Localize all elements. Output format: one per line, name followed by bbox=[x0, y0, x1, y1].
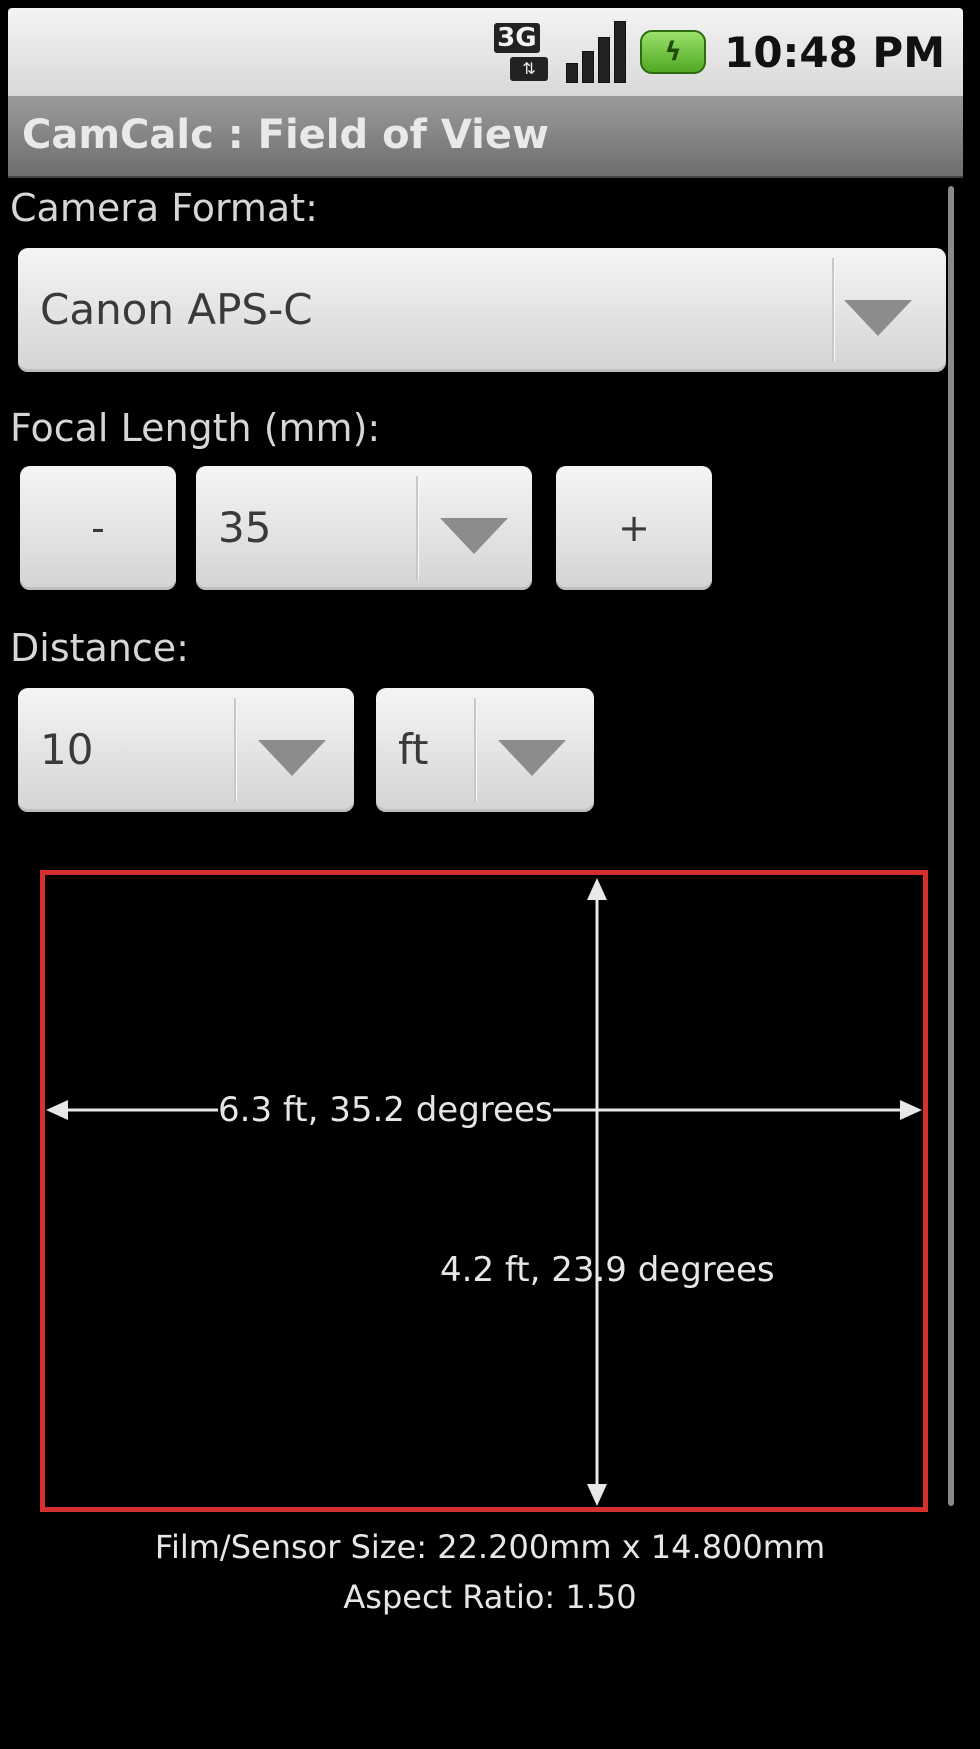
signal-strength-icon bbox=[566, 21, 627, 83]
scrollbar[interactable] bbox=[948, 186, 954, 1506]
data-arrows-icon: ⇅ bbox=[510, 57, 549, 81]
horizontal-fov-label: 6.3 ft, 35.2 degrees bbox=[218, 1090, 553, 1130]
chevron-down-icon bbox=[498, 740, 566, 776]
distance-value-spinner[interactable]: 10 bbox=[18, 688, 354, 812]
sensor-size-text: Film/Sensor Size: 22.200mm x 14.800mm bbox=[154, 1528, 826, 1566]
camera-format-label: Camera Format: bbox=[10, 186, 318, 230]
page-title: CamCalc : Field of View bbox=[22, 112, 549, 158]
focal-increment-button[interactable]: + bbox=[556, 466, 712, 590]
chevron-down-icon bbox=[440, 518, 508, 554]
app-title-bar: CamCalc : Field of View bbox=[8, 96, 963, 178]
camera-format-value: Canon APS-C bbox=[40, 285, 313, 334]
distance-value: 10 bbox=[40, 725, 94, 774]
distance-label: Distance: bbox=[10, 626, 189, 670]
chevron-down-icon bbox=[844, 300, 912, 336]
spinner-divider bbox=[474, 698, 477, 802]
focal-length-value: 35 bbox=[218, 503, 272, 552]
network-3g-icon: 3G ⇅ bbox=[492, 21, 552, 83]
focal-length-spinner[interactable]: 35 bbox=[196, 466, 532, 590]
focal-decrement-button[interactable]: - bbox=[20, 466, 176, 590]
arrow-right-icon bbox=[900, 1100, 922, 1120]
field-of-view-diagram bbox=[46, 878, 922, 1506]
distance-unit-spinner[interactable]: ft bbox=[376, 688, 594, 812]
aspect-ratio-text: Aspect Ratio: 1.50 bbox=[343, 1578, 637, 1616]
arrow-up-icon bbox=[587, 878, 607, 900]
arrow-left-icon bbox=[46, 1100, 68, 1120]
arrow-down-icon bbox=[587, 1484, 607, 1506]
vertical-fov-label: 4.2 ft, 23.9 degrees bbox=[440, 1250, 775, 1290]
status-bar: 3G ⇅ ϟ 10:48 PM bbox=[8, 8, 963, 96]
chevron-down-icon bbox=[258, 740, 326, 776]
network-type-label: 3G bbox=[494, 23, 540, 53]
battery-charging-icon: ϟ bbox=[640, 30, 707, 74]
spinner-divider bbox=[234, 698, 237, 802]
focal-length-label: Focal Length (mm): bbox=[10, 406, 381, 450]
status-icons: 3G ⇅ ϟ 10:48 PM bbox=[492, 8, 945, 96]
clock: 10:48 PM bbox=[724, 27, 945, 77]
distance-unit-value: ft bbox=[398, 725, 429, 774]
spinner-divider bbox=[416, 476, 419, 580]
spinner-divider bbox=[832, 258, 835, 362]
camera-format-spinner[interactable]: Canon APS-C bbox=[18, 248, 946, 372]
